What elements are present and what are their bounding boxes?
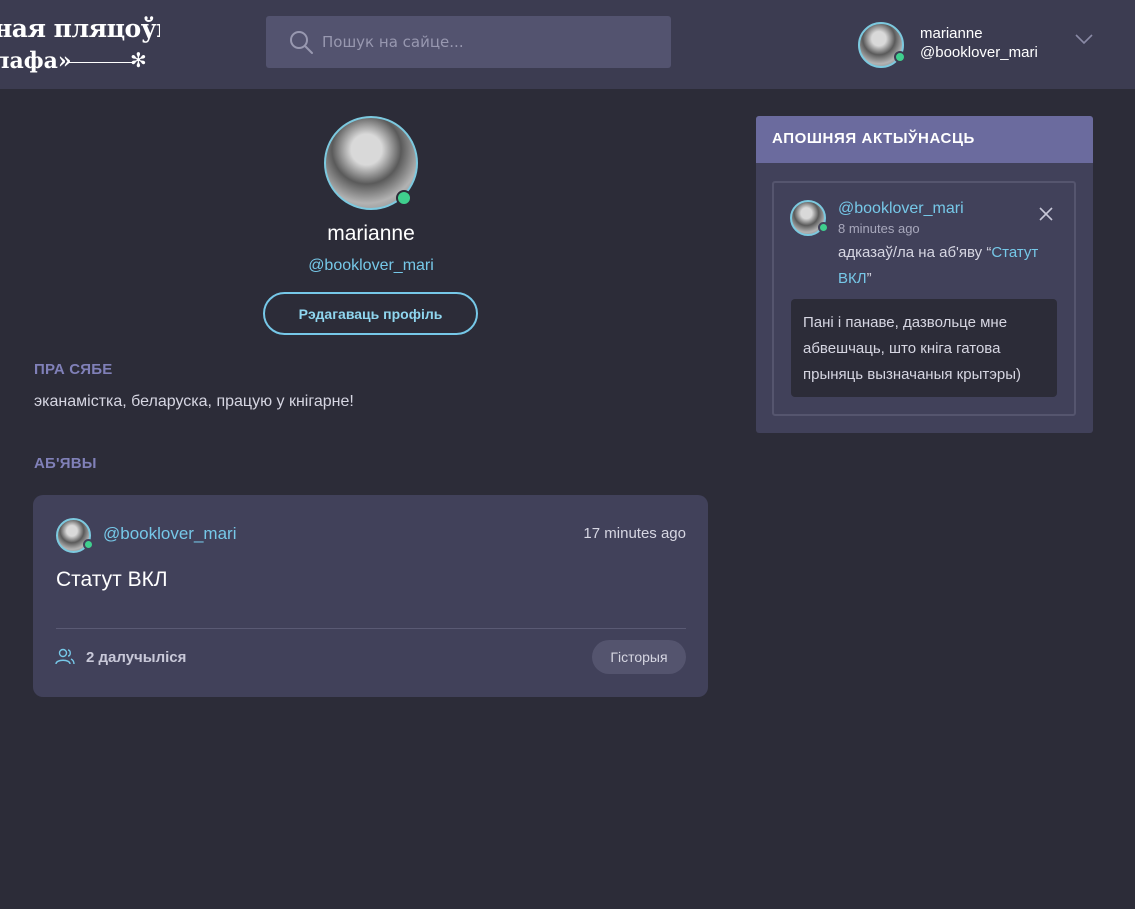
profile-handle[interactable]: @booklover_mari <box>271 257 471 275</box>
activity-author[interactable]: @booklover_mari <box>838 200 964 218</box>
chevron-down-icon[interactable] <box>1074 32 1094 46</box>
post-title[interactable]: Статут ВКЛ <box>56 568 168 592</box>
search-icon <box>290 31 313 54</box>
online-status-icon <box>894 51 906 63</box>
user-handle: @booklover_mari <box>920 44 1038 61</box>
activity-text-prefix: адказаў/ла на аб'яву “ <box>838 244 992 261</box>
panel-header: АПОШНЯЯ АКТЫЎНАСЦЬ <box>756 116 1093 163</box>
activity-text-suffix: ” <box>866 270 872 287</box>
activity-item[interactable]: @booklover_mari 8 minutes ago адказаў/ла… <box>772 181 1076 416</box>
post-timestamp: 17 minutes ago <box>583 525 686 542</box>
search-input[interactable] <box>322 16 652 68</box>
post-card[interactable]: @booklover_mari 17 minutes ago Статут ВК… <box>33 495 708 697</box>
online-status-icon <box>396 190 412 206</box>
activity-quote: Пані і панаве, дазвольце мне абвешчаць, … <box>791 299 1057 397</box>
close-icon[interactable] <box>1039 207 1053 221</box>
activity-text: адказаў/ла на аб'яву “Статут ВКЛ” <box>838 240 1058 292</box>
users-icon <box>55 648 75 665</box>
logo-divider <box>68 62 132 63</box>
participants-count: 2 далучыліся <box>86 649 187 666</box>
post-author[interactable]: @booklover_mari <box>103 524 236 544</box>
online-status-icon <box>818 222 829 233</box>
search-bar[interactable] <box>266 16 671 68</box>
user-name: marianne <box>920 25 983 42</box>
logo-line-1: ная пляцоўка <box>0 14 160 43</box>
online-status-icon <box>83 539 94 550</box>
top-bar: ная пляцоўка лафа» ✻ marianne @booklover… <box>0 0 1135 89</box>
history-button[interactable]: Гісторыя <box>592 640 686 674</box>
edit-profile-button[interactable]: Рэдагаваць профіль <box>263 292 478 335</box>
site-logo[interactable]: ная пляцоўка лафа» ✻ <box>0 10 160 78</box>
divider <box>56 628 686 629</box>
profile-name: marianne <box>327 222 415 245</box>
about-text: эканамістка, беларуска, працую у кнігарн… <box>34 393 354 410</box>
posts-heading: АБ'ЯВЫ <box>34 455 97 472</box>
recent-activity-panel: АПОШНЯЯ АКТЫЎНАСЦЬ @booklover_mari 8 min… <box>756 116 1093 433</box>
user-menu[interactable]: marianne @booklover_mari <box>858 20 1098 68</box>
activity-timestamp: 8 minutes ago <box>838 221 920 236</box>
logo-line-2: лафа» <box>0 48 72 74</box>
ornament-star-icon: ✻ <box>130 48 147 72</box>
panel-title: АПОШНЯЯ АКТЫЎНАСЦЬ <box>772 130 975 147</box>
about-heading: ПРА СЯБЕ <box>34 361 113 378</box>
